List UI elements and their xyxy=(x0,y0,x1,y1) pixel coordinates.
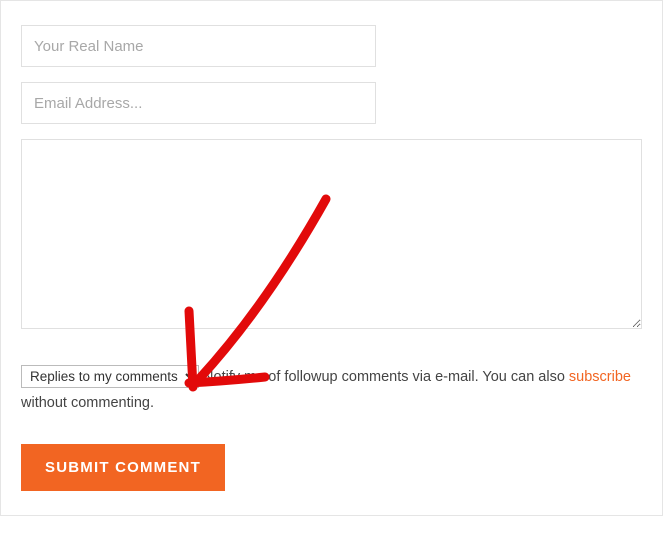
notify-text-before: Notify me of followup comments via e-mai… xyxy=(199,369,569,385)
submit-comment-button[interactable]: SUBMIT COMMENT xyxy=(21,444,225,491)
comment-form: Replies to my comments Notify me of foll… xyxy=(0,0,663,516)
comment-textarea[interactable] xyxy=(21,139,642,329)
name-input[interactable] xyxy=(21,25,376,67)
notify-text-after: without commenting. xyxy=(21,395,154,411)
email-input[interactable] xyxy=(21,82,376,124)
notify-row: Replies to my comments Notify me of foll… xyxy=(21,364,642,416)
notify-select[interactable]: Replies to my comments xyxy=(21,365,199,388)
subscribe-link[interactable]: subscribe xyxy=(569,369,631,385)
